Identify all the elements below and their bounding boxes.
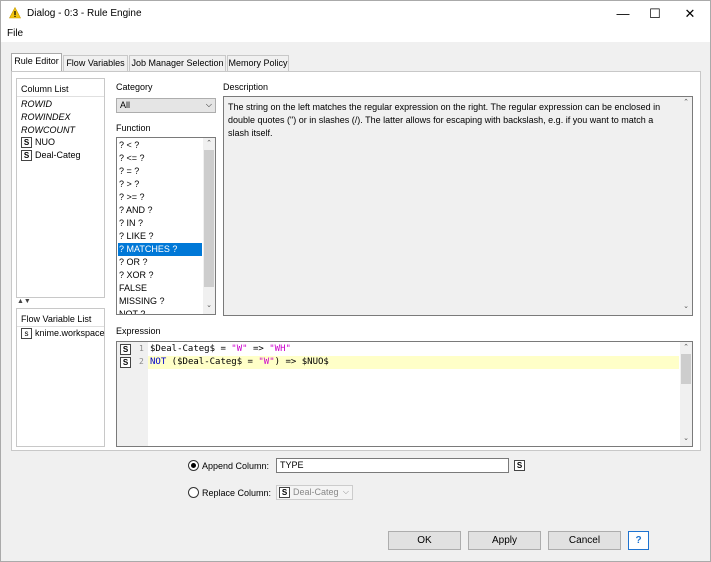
function-item[interactable]: MISSING ?: [118, 295, 202, 308]
code-line[interactable]: $Deal-Categ$ = "W" => "WH": [148, 343, 291, 356]
function-label: Function: [116, 123, 151, 133]
maximize-button[interactable]: ☐: [638, 1, 672, 26]
scrollbar-thumb[interactable]: [204, 150, 214, 287]
replace-column-value: Deal-Categ: [293, 487, 339, 497]
scroll-up-icon[interactable]: ⌃: [680, 343, 692, 351]
append-column-radio[interactable]: [188, 460, 199, 471]
replace-column-label: Replace Column:: [202, 488, 272, 498]
column-list-panel: Column List ROWID ROWINDEX ROWCOUNT S NUO…: [16, 78, 105, 298]
description-scrollbar[interactable]: ⌃ ⌄: [680, 97, 692, 315]
column-item-rowcount[interactable]: ROWCOUNT: [21, 125, 75, 135]
description-text: The string on the left matches the regul…: [228, 102, 661, 138]
function-item[interactable]: ? <= ?: [118, 152, 202, 165]
function-item[interactable]: ? MATCHES ?: [118, 243, 202, 256]
code-token: "WH": [269, 344, 291, 354]
splitter-arrows-icon[interactable]: ▲▼: [17, 298, 31, 305]
menu-file[interactable]: File: [7, 28, 23, 39]
code-token: ) => $NUO$: [274, 357, 329, 367]
description-box: The string on the left matches the regul…: [223, 96, 693, 316]
scrollbar-thumb[interactable]: [681, 354, 691, 384]
line-number: 2: [139, 357, 144, 366]
code-token: $Deal-Categ$ =: [150, 344, 232, 354]
close-button[interactable]: ✕: [673, 1, 707, 26]
function-item[interactable]: FALSE: [118, 282, 202, 295]
function-list[interactable]: ? < ?? <= ?? = ?? > ?? >= ?? AND ?? IN ?…: [116, 137, 216, 315]
flow-variable-item[interactable]: s knime.workspace: [21, 328, 105, 340]
function-item[interactable]: NOT ?: [118, 308, 202, 314]
function-item[interactable]: ? IN ?: [118, 217, 202, 230]
function-item[interactable]: ? LIKE ?: [118, 230, 202, 243]
category-label: Category: [116, 82, 153, 92]
category-select[interactable]: All ⌵: [116, 98, 216, 113]
window-title: Dialog - 0:3 - Rule Engine: [27, 8, 142, 19]
tab-memory-policy[interactable]: Memory Policy: [227, 55, 289, 71]
column-item-nuo[interactable]: S NUO: [21, 137, 55, 149]
function-item[interactable]: ? >= ?: [118, 191, 202, 204]
tab-rule-editor[interactable]: Rule Editor: [11, 53, 62, 71]
append-column-label: Append Column:: [202, 461, 270, 471]
string-type-icon: S: [21, 137, 32, 149]
column-item-rowindex[interactable]: ROWINDEX: [21, 112, 71, 122]
minimize-button[interactable]: —: [606, 1, 640, 26]
radio-selected-dot: [191, 463, 196, 468]
category-value: All: [120, 100, 131, 110]
code-token: ($Deal-Categ$ =: [166, 357, 259, 367]
flow-variable-label: knime.workspace: [35, 328, 105, 338]
column-item-label: Deal-Categ: [35, 150, 81, 160]
function-item[interactable]: ? XOR ?: [118, 269, 202, 282]
chevron-down-icon: ⌵: [205, 100, 212, 109]
cancel-button[interactable]: Cancel: [548, 531, 621, 550]
append-column-type-icon[interactable]: S: [514, 460, 525, 471]
line-number: 1: [139, 344, 144, 353]
code-token: "W": [231, 344, 248, 354]
function-item[interactable]: ? OR ?: [118, 256, 202, 269]
expression-scrollbar[interactable]: ⌃ ⌄: [680, 342, 692, 446]
column-list-title: Column List: [21, 84, 69, 94]
string-type-icon: S: [21, 150, 32, 162]
flow-variable-list-title: Flow Variable List: [21, 314, 92, 324]
string-type-icon: S: [279, 487, 290, 498]
tab-flow-variables[interactable]: Flow Variables: [63, 55, 128, 71]
column-item-label: NUO: [35, 137, 55, 147]
append-column-input[interactable]: TYPE: [276, 458, 509, 473]
help-icon[interactable]: ?: [628, 531, 649, 550]
scroll-up-icon[interactable]: ⌃: [203, 139, 215, 147]
rule-editor-panel: Column List ROWID ROWINDEX ROWCOUNT S NUO…: [11, 71, 701, 451]
replace-column-radio[interactable]: [188, 487, 199, 498]
flow-variable-string-icon: s: [21, 328, 32, 340]
description-label: Description: [223, 82, 269, 92]
chevron-down-icon: ⌵: [342, 487, 349, 496]
ok-button[interactable]: OK: [388, 531, 461, 550]
warning-icon: [9, 6, 21, 21]
dialog-window: Dialog - 0:3 - Rule Engine — ☐ ✕ File Ru…: [0, 0, 711, 562]
expression-label: Expression: [116, 326, 161, 336]
replace-column-select[interactable]: S Deal-Categ ⌵: [276, 485, 353, 500]
function-list-scrollbar[interactable]: ⌃ ⌄: [203, 138, 215, 314]
code-token: "W": [258, 357, 275, 367]
scroll-up-icon[interactable]: ⌃: [680, 98, 692, 106]
scroll-down-icon[interactable]: ⌄: [680, 434, 692, 442]
line-1-type-icon: S: [120, 344, 131, 355]
line-2-type-icon: S: [120, 357, 131, 368]
scroll-down-icon[interactable]: ⌄: [203, 301, 215, 309]
tab-job-manager-selection[interactable]: Job Manager Selection: [129, 55, 226, 71]
code-token: NOT: [150, 357, 167, 367]
function-item[interactable]: ? = ?: [118, 165, 202, 178]
apply-button[interactable]: Apply: [468, 531, 541, 550]
column-item-deal-categ[interactable]: S Deal-Categ: [21, 150, 81, 162]
code-token: =>: [247, 344, 270, 354]
code-line[interactable]: NOT ($Deal-Categ$ = "W") => $NUO$: [148, 356, 329, 369]
function-item[interactable]: ? AND ?: [118, 204, 202, 217]
scroll-down-icon[interactable]: ⌄: [680, 302, 692, 310]
expression-editor[interactable]: S S 1 $Deal-Categ$ = "W" => "WH" 2 NOT ($De…: [116, 341, 693, 447]
title-bar: Dialog - 0:3 - Rule Engine — ☐ ✕: [1, 1, 710, 26]
menu-bar: File: [1, 26, 710, 42]
function-item[interactable]: ? < ?: [118, 139, 202, 152]
function-item[interactable]: ? > ?: [118, 178, 202, 191]
flow-variable-list-panel: Flow Variable List s knime.workspace: [16, 308, 105, 447]
column-item-rowid[interactable]: ROWID: [21, 99, 52, 109]
